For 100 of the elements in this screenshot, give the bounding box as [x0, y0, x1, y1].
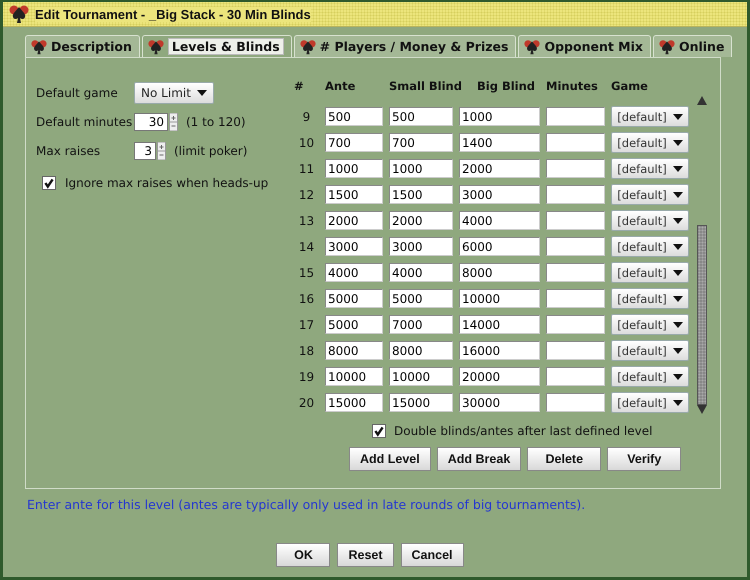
tab[interactable]: Online	[652, 35, 732, 57]
minutes-field[interactable]	[546, 367, 605, 386]
raises-field[interactable]: 3	[134, 142, 156, 160]
dialog-button[interactable]: Reset	[337, 543, 394, 567]
spinner-buttons[interactable]	[169, 113, 178, 131]
ante-field[interactable]: 500	[325, 107, 383, 126]
ante-field[interactable]: 5000	[325, 289, 383, 308]
minutes-field[interactable]	[546, 289, 605, 308]
big-blind-field[interactable]: 10000	[459, 289, 540, 308]
caret-icon	[672, 218, 683, 224]
table-button[interactable]: Add Level	[349, 447, 431, 471]
small-blind-field[interactable]: 3000	[389, 237, 453, 256]
table-button[interactable]: Verify	[607, 447, 682, 471]
caret-icon	[672, 166, 683, 172]
minutes-field[interactable]	[546, 393, 605, 412]
minutes-field[interactable]	[546, 237, 605, 256]
column-header: #	[294, 79, 305, 93]
caret-icon	[672, 192, 683, 198]
caret-icon	[672, 244, 683, 250]
caret-icon	[672, 374, 683, 380]
tab[interactable]: Levels & Blinds	[142, 35, 292, 57]
caret-icon	[196, 90, 207, 96]
small-blind-field[interactable]: 500	[389, 107, 453, 126]
small-blind-field[interactable]: 5000	[389, 289, 453, 308]
small-blind-field[interactable]: 700	[389, 133, 453, 152]
small-blind-field[interactable]: 8000	[389, 341, 453, 360]
small-blind-field[interactable]: 15000	[389, 393, 453, 412]
big-blind-field[interactable]: 3000	[459, 185, 540, 204]
big-blind-field[interactable]: 2000	[459, 159, 540, 178]
big-blind-field[interactable]: 20000	[459, 367, 540, 386]
limit-hint: (limit poker)	[174, 144, 248, 158]
ante-field[interactable]: 2000	[325, 211, 383, 230]
ante-field[interactable]: 5000	[325, 315, 383, 334]
table-button[interactable]: Delete	[527, 447, 602, 471]
game-dropdown[interactable]: [default]	[611, 288, 689, 309]
ante-field[interactable]: 10000	[325, 367, 383, 386]
tab[interactable]: Description	[25, 35, 140, 57]
level-number: 19	[298, 370, 316, 384]
game-dropdown[interactable]: [default]	[611, 106, 689, 127]
level-number: 15	[298, 266, 316, 280]
level-number: 16	[298, 292, 316, 306]
checkbox[interactable]	[42, 176, 56, 190]
small-blind-field[interactable]: 1500	[389, 185, 453, 204]
column-header: Big Blind	[477, 79, 536, 93]
level-number: 9	[302, 110, 312, 124]
ante-field[interactable]: 15000	[325, 393, 383, 412]
small-blind-field[interactable]: 2000	[389, 211, 453, 230]
ante-field[interactable]: 1000	[325, 159, 383, 178]
minutes-field[interactable]	[546, 315, 605, 334]
ante-field[interactable]: 4000	[325, 263, 383, 282]
big-blind-field[interactable]: 14000	[459, 315, 540, 334]
minutes-field[interactable]	[546, 341, 605, 360]
minutes-field[interactable]	[546, 133, 605, 152]
game-dropdown[interactable]: [default]	[611, 210, 689, 231]
minutes-field[interactable]	[546, 263, 605, 282]
minutes-field[interactable]	[546, 185, 605, 204]
dialog-button[interactable]: Cancel	[400, 543, 464, 567]
scrollbar[interactable]	[696, 96, 707, 414]
game-dropdown[interactable]: No Limit	[134, 82, 214, 104]
game-dropdown[interactable]: [default]	[611, 340, 689, 361]
game-dropdown[interactable]: [default]	[611, 158, 689, 179]
ante-field[interactable]: 8000	[325, 341, 383, 360]
spade-chips-icon	[524, 38, 540, 54]
minutes-field[interactable]	[546, 107, 605, 126]
ante-field[interactable]: 3000	[325, 237, 383, 256]
tab[interactable]: # Players / Money & Prizes	[294, 35, 516, 57]
minutes-field[interactable]: 30	[134, 113, 168, 131]
spinner-buttons[interactable]	[157, 142, 166, 160]
small-blind-field[interactable]: 7000	[389, 315, 453, 334]
level-number: 20	[298, 396, 316, 410]
game-dropdown[interactable]: [default]	[611, 236, 689, 257]
minutes-field[interactable]	[546, 159, 605, 178]
level-number: 12	[298, 188, 316, 202]
game-dropdown[interactable]: [default]	[611, 392, 689, 413]
small-blind-field[interactable]: 1000	[389, 159, 453, 178]
level-number: 10	[298, 136, 316, 150]
game-dropdown[interactable]: [default]	[611, 184, 689, 205]
column-header: Minutes	[546, 79, 599, 93]
big-blind-field[interactable]: 1400	[459, 133, 540, 152]
big-blind-field[interactable]: 8000	[459, 263, 540, 282]
game-dropdown[interactable]: [default]	[611, 132, 689, 153]
game-dropdown[interactable]: [default]	[611, 366, 689, 387]
game-dropdown[interactable]: [default]	[611, 314, 689, 335]
tab[interactable]: Opponent Mix	[518, 35, 651, 57]
big-blind-field[interactable]: 30000	[459, 393, 540, 412]
ante-field[interactable]: 700	[325, 133, 383, 152]
table-button[interactable]: Add Break	[436, 447, 522, 471]
big-blind-field[interactable]: 6000	[459, 237, 540, 256]
big-blind-field[interactable]: 16000	[459, 341, 540, 360]
small-blind-field[interactable]: 10000	[389, 367, 453, 386]
dialog-button[interactable]: OK	[276, 543, 330, 567]
minutes-field[interactable]	[546, 211, 605, 230]
spade-chips-icon	[9, 4, 29, 24]
big-blind-field[interactable]: 1000	[459, 107, 540, 126]
big-blind-field[interactable]: 4000	[459, 211, 540, 230]
ante-field[interactable]: 1500	[325, 185, 383, 204]
checkbox[interactable]	[372, 424, 386, 438]
game-dropdown[interactable]: [default]	[611, 262, 689, 283]
caret-icon	[672, 322, 683, 328]
small-blind-field[interactable]: 4000	[389, 263, 453, 282]
